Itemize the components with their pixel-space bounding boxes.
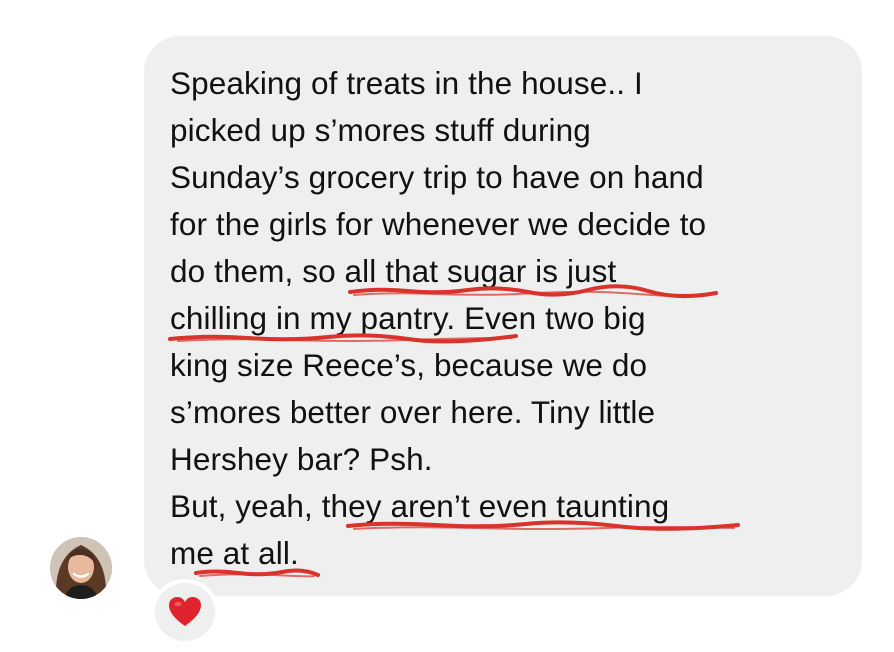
message-line-7: king size Reece’s, because we do xyxy=(170,347,648,383)
message-line-11: me at all. xyxy=(170,535,299,571)
heart-reaction-button[interactable] xyxy=(151,579,219,645)
message-line-8: s’mores better over here. Tiny little xyxy=(170,394,656,430)
message-line-1: Speaking of treats in the house.. I xyxy=(170,65,643,101)
sender-avatar[interactable] xyxy=(50,537,112,599)
underline-squiggle-taunting xyxy=(346,520,740,531)
underline-squiggle-pantry xyxy=(168,333,518,344)
message-line-10: But, yeah, they aren’t even taunting xyxy=(170,488,670,524)
message-line-5: do them, so all that sugar is just xyxy=(170,253,617,289)
message-line-6: chilling in my pantry. Even two big xyxy=(170,300,646,336)
message-line-2: picked up s’mores stuff during xyxy=(170,112,591,148)
profile-photo-icon xyxy=(50,537,112,599)
message-line-3: Sunday’s grocery trip to have on hand xyxy=(170,159,704,195)
underline-squiggle-sugar xyxy=(348,284,718,299)
message-line-9: Hershey bar? Psh. xyxy=(170,441,433,477)
message-line-4: for the girls for whenever we decide to xyxy=(170,206,707,242)
underline-squiggle-at-all xyxy=(194,568,320,578)
red-heart-icon xyxy=(169,597,201,626)
